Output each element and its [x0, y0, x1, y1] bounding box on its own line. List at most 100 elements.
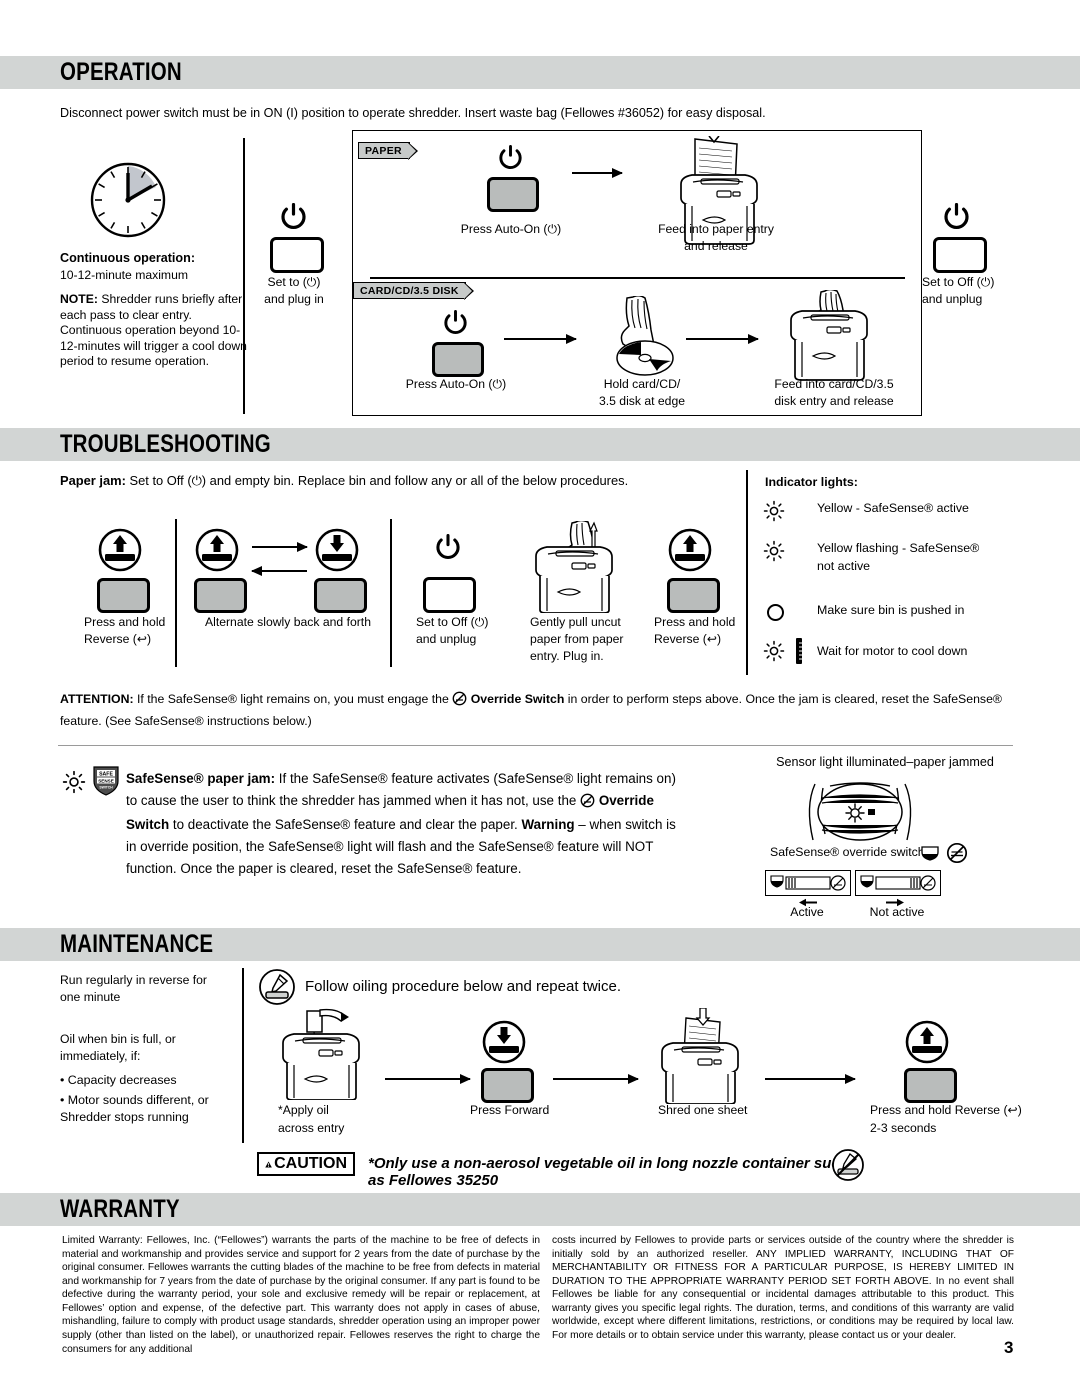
power-icon-ts-setoff: [436, 533, 460, 565]
shredder-card-illustration: [775, 288, 880, 387]
auto-on-button-card[interactable]: [432, 342, 484, 377]
bullet-text-1: Capacity decreases: [67, 1073, 177, 1087]
section-header-operation: OPERATION: [0, 56, 1080, 89]
sun-icon-1: [763, 500, 785, 527]
caption-step4-line2: paper from paper: [530, 632, 624, 646]
switch-active[interactable]: [765, 870, 851, 896]
caption-step4-line3: entry. Plug in.: [530, 649, 604, 663]
section-header-maintenance: MAINTENANCE: [0, 928, 1080, 961]
caption-paper-step1: Press Auto-On (⏻): [460, 222, 562, 236]
caption-paper-step2-line2: and release: [684, 239, 748, 253]
caption-paper-step2-line1: Feed into paper entry: [658, 222, 774, 236]
power-button-ts-setoff[interactable]: [423, 577, 476, 613]
power-icon-setoff: [944, 202, 969, 235]
caution-text: *Only use a non-aerosol vegetable oil in…: [368, 1155, 849, 1189]
section-title-operation: OPERATION: [60, 57, 182, 86]
shredder-pull-paper-illustration: [528, 519, 620, 618]
maintenance-left-line1: Run regularly in reverse for: [60, 973, 207, 987]
forward-button-2[interactable]: [481, 1068, 534, 1103]
indicator-lights-title: Indicator lights:: [765, 475, 858, 489]
caption-step4-line1: Gently pull uncut: [530, 615, 621, 629]
warranty-column-right: costs incurred by Fellowes to provide pa…: [552, 1235, 1014, 1341]
power-button-setoff[interactable]: [933, 237, 987, 273]
reverse-icon-2: [195, 528, 239, 577]
hand-holding-disc-illustration: [605, 294, 681, 387]
auto-on-button-paper[interactable]: [487, 177, 539, 212]
section-title-troubleshooting: TROUBLESHOOTING: [60, 429, 271, 458]
maintenance-left-line4: immediately, if:: [60, 1049, 141, 1063]
indicator-row-4-line1: Wait for motor to cool down: [817, 644, 968, 658]
sun-icon-safesense: [62, 770, 86, 799]
caption-step5-line2: Reverse (↩): [654, 632, 722, 646]
indicator-row-2-line1: Yellow flashing - SafeSense®: [817, 541, 980, 555]
bullet-text-2: Motor sounds different, or Shredder stop…: [60, 1093, 209, 1124]
tag-arrow-paper-inner: [408, 143, 416, 159]
indicator-row-3-line1: Make sure bin is pushed in: [817, 603, 965, 617]
caption-oil-step4-line1: Press and hold Reverse (↩): [870, 1103, 1022, 1117]
tag-card-label: CARD/CD/3.5 DISK: [360, 284, 459, 297]
maintenance-left-line3: Oil when bin is full, or: [60, 1032, 176, 1046]
forward-button-1[interactable]: [314, 578, 367, 613]
page-number: 3: [1004, 1338, 1014, 1357]
power-icon-card-autoon: [444, 309, 467, 340]
maintenance-bullet-2: • Motor sounds different, or Shredder st…: [60, 1092, 245, 1125]
attention-part3: (See SafeSense® instructions below.): [105, 714, 312, 729]
indicator-row-2-line2: not active: [817, 559, 871, 573]
reverse-button-2[interactable]: [194, 578, 247, 613]
caption-setoff-line2: and unplug: [922, 292, 983, 306]
caption-card-step3-line2: disk entry and release: [774, 394, 894, 408]
caption-oil-step1-line2: across entry: [278, 1121, 345, 1135]
sensor-caption: Sensor light illuminated–paper jammed: [776, 755, 994, 769]
arrow-card-2: [686, 334, 759, 344]
reverse-icon-1: [98, 528, 142, 577]
override-switch-icon-2: [580, 793, 595, 815]
attention-block: ATTENTION: If the SafeSense® light remai…: [60, 690, 1015, 731]
override-switch-label: SafeSense® override switch: [770, 845, 925, 859]
safesense-shield-icon: SAFE SENSE SWITCH: [93, 766, 119, 801]
section-header-warranty: WARRANTY: [0, 1193, 1080, 1226]
operation-intro: Disconnect power switch must be in ON (I…: [60, 106, 766, 120]
reverse-button-3[interactable]: [667, 578, 720, 613]
safesense-part2: to deactivate the SafeSense® feature and…: [172, 817, 518, 833]
caption-step1-line2: Reverse (↩): [84, 632, 152, 646]
reverse-button-1[interactable]: [97, 578, 150, 613]
divider-ts-2: [390, 519, 392, 667]
tag-arrow-card-inner: [464, 283, 472, 299]
shred-one-sheet-illustration: [648, 1007, 758, 1109]
caption-step3-line1: Set to Off (⏻): [416, 615, 489, 629]
caption-step1-line1: Press and hold: [84, 615, 166, 629]
paper-jam-line: Paper jam: Set to Off (⏻) and empty bin.…: [60, 473, 700, 489]
section-header-troubleshooting: TROUBLESHOOTING: [0, 428, 1080, 461]
arrow-maint-1: [385, 1074, 471, 1084]
forward-icon-1: [315, 528, 359, 577]
safesense-paragraph: SafeSense® paper jam: If the SafeSense® …: [126, 768, 686, 880]
continuous-operation-max: 10-12-minute maximum: [60, 268, 189, 282]
switch-not-active-label: Not active: [869, 905, 925, 919]
paper-jam-label: Paper jam:: [60, 473, 126, 488]
manual-page: OPERATION Disconnect power switch must b…: [0, 0, 1080, 1397]
forward-icon-2: [482, 1020, 526, 1069]
override-switch-icon-1: [452, 691, 467, 712]
caption-oil-step4-line2: 2-3 seconds: [870, 1121, 937, 1135]
arrow-paper-1: [572, 168, 623, 178]
power-icon-paper-autoon: [499, 144, 522, 175]
caption-setto-line2: and plug in: [264, 292, 324, 306]
reverse-button-4[interactable]: [904, 1068, 957, 1103]
switch-not-active[interactable]: [855, 870, 941, 896]
override-switch-icon-3: [946, 842, 968, 869]
divider-operation-1: [243, 138, 245, 414]
apply-oil-illustration: [275, 1008, 367, 1105]
power-button-setto[interactable]: [270, 237, 324, 273]
power-icon-setto: [281, 202, 306, 235]
continuous-operation-heading: Continuous operation:: [60, 251, 196, 265]
indicator-row-1-line1: Yellow - SafeSense® active: [817, 501, 969, 515]
tag-paper-label: PAPER: [365, 144, 402, 157]
divider-paper-card: [370, 277, 905, 279]
svg-text:SAFE: SAFE: [99, 771, 113, 777]
shield-small-icon: [920, 845, 940, 866]
reverse-icon-4: [905, 1020, 949, 1069]
tag-paper: PAPER: [358, 142, 418, 160]
oil-can-icon: [258, 968, 296, 1011]
arrow-alternate-right: [252, 542, 308, 552]
caption-step5-line1: Press and hold: [654, 615, 736, 629]
